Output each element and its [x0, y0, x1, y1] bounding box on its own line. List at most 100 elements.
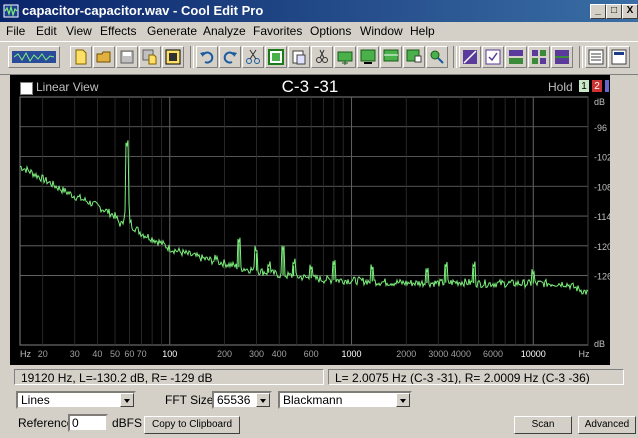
new-file-button[interactable] — [70, 46, 92, 68]
paste-new-icon — [316, 49, 328, 63]
list-button[interactable] — [608, 46, 630, 68]
display-mode-value: Lines — [21, 393, 50, 407]
scan-button[interactable]: Scan — [514, 416, 572, 434]
y-axis-unit-top: dB — [594, 97, 605, 107]
x-tick-label: 6000 — [483, 349, 503, 359]
spectrum-chart: -96 -102 -108 -114 -120 -126 20 30 40 50 60 70 100 20… — [19, 96, 610, 359]
menu-effects[interactable]: Effects — [100, 24, 136, 38]
open-file-button[interactable] — [93, 46, 115, 68]
copy-button[interactable] — [265, 46, 287, 68]
x-axis-unit-left: Hz — [20, 349, 31, 359]
envelope-icon — [463, 50, 477, 64]
redo-icon — [223, 51, 237, 64]
minimize-button[interactable]: _ — [590, 4, 606, 19]
menu-options[interactable]: Options — [310, 24, 351, 38]
toolbar-separator — [579, 46, 583, 68]
envelope-button[interactable] — [459, 46, 481, 68]
undo-button[interactable] — [196, 46, 218, 68]
menu-edit[interactable]: Edit — [36, 24, 57, 38]
save-icon — [120, 50, 134, 64]
cut-icon — [246, 49, 260, 64]
paste-button[interactable] — [288, 46, 310, 68]
find-beat-button[interactable] — [426, 46, 448, 68]
crop-button[interactable] — [357, 46, 379, 68]
x-tick-label: 600 — [304, 349, 319, 359]
mix-paste-button[interactable] — [334, 46, 356, 68]
save-as-icon — [142, 49, 157, 65]
fft-size-value: 65536 — [217, 393, 251, 407]
x-tick-label: 70 — [137, 349, 147, 359]
x-tick-label: 10000 — [521, 349, 546, 359]
x-tick-label: 20 — [38, 349, 48, 359]
save-all-button[interactable] — [162, 46, 184, 68]
x-tick-label: 400 — [272, 349, 287, 359]
display-mode-select[interactable]: Lines — [16, 391, 136, 409]
reference-input[interactable]: 0 — [68, 414, 108, 432]
settings-button[interactable] — [528, 46, 550, 68]
menu-window[interactable]: Window — [360, 24, 403, 38]
zero-cross-button[interactable] — [403, 46, 425, 68]
x-tick-label: 100 — [162, 349, 177, 359]
find-beat-icon — [430, 50, 444, 64]
list-icon — [611, 49, 627, 65]
x-tick-label: 1000 — [342, 349, 362, 359]
frequency-analysis-panel: Linear View C-3 -31 Hold 1 2 -96 -102 -108… — [10, 75, 610, 365]
paste-new-button[interactable] — [311, 46, 333, 68]
menu-analyze[interactable]: Analyze — [203, 24, 246, 38]
y-axis-unit-bottom: dB — [594, 339, 605, 349]
save-button[interactable] — [116, 46, 138, 68]
y-tick-label: -96 — [594, 123, 607, 133]
dbfs-label: dBFS — [112, 416, 143, 430]
properties-button[interactable] — [585, 46, 607, 68]
maximize-button[interactable]: □ — [606, 4, 622, 19]
y-tick-label: -126 — [594, 272, 610, 282]
x-tick-label: 60 — [124, 349, 134, 359]
window-type-value: Blackmann — [283, 393, 343, 407]
chevron-down-icon — [256, 393, 270, 407]
menu-bar: File Edit View Effects Generate Analyze … — [0, 22, 638, 40]
menu-help[interactable]: Help — [410, 24, 435, 38]
open-file-icon — [96, 51, 111, 63]
x-axis-unit-right: Hz — [579, 349, 590, 359]
zero-cross-icon — [406, 49, 422, 63]
copy-icon — [268, 49, 284, 65]
track-view-icon — [555, 50, 569, 64]
save-as-button[interactable] — [139, 46, 161, 68]
x-tick-label: 3000 — [428, 349, 448, 359]
y-tick-label: -108 — [594, 182, 610, 192]
menu-view[interactable]: View — [66, 24, 92, 38]
track-view-button[interactable] — [551, 46, 573, 68]
menu-file[interactable]: File — [6, 24, 25, 38]
title-bar: capacitor-capacitor.wav - Cool Edit Pro … — [0, 0, 638, 22]
paste-icon — [292, 50, 306, 65]
chevron-down-icon — [120, 393, 134, 407]
menu-favorites[interactable]: Favorites — [253, 24, 302, 38]
toolbar-separator — [190, 46, 194, 68]
x-tick-label: 30 — [70, 349, 80, 359]
advanced-button[interactable]: Advanced — [578, 416, 636, 434]
x-tick-label: 2000 — [396, 349, 416, 359]
undo-icon — [200, 51, 214, 64]
toolbar-separator — [453, 46, 457, 68]
mix-paste-icon — [337, 51, 353, 65]
properties-icon — [588, 49, 604, 65]
close-button[interactable]: X — [622, 4, 638, 19]
reference-label: Reference — [18, 416, 74, 430]
window-type-select[interactable]: Blackmann — [278, 391, 412, 409]
trim-button[interactable] — [380, 46, 402, 68]
redo-button[interactable] — [219, 46, 241, 68]
fft-size-label: FFT Size — [165, 393, 214, 407]
fft-size-select[interactable]: 65536 — [212, 391, 272, 409]
cut-button[interactable] — [242, 46, 264, 68]
waveform-toggle-button[interactable] — [8, 46, 60, 68]
save-all-icon — [165, 49, 181, 65]
pan-icon — [509, 50, 523, 64]
menu-generate[interactable]: Generate — [147, 24, 197, 38]
copy-to-clipboard-button[interactable]: Copy to Clipboard — [144, 416, 240, 434]
x-tick-label: 50 — [110, 349, 120, 359]
spectral-view-button[interactable] — [482, 46, 504, 68]
y-tick-label: -120 — [594, 242, 610, 252]
pan-button[interactable] — [505, 46, 527, 68]
y-tick-label: -102 — [594, 153, 610, 163]
cursor-readout: 19120 Hz, L=-130.2 dB, R= -129 dB — [14, 369, 324, 385]
